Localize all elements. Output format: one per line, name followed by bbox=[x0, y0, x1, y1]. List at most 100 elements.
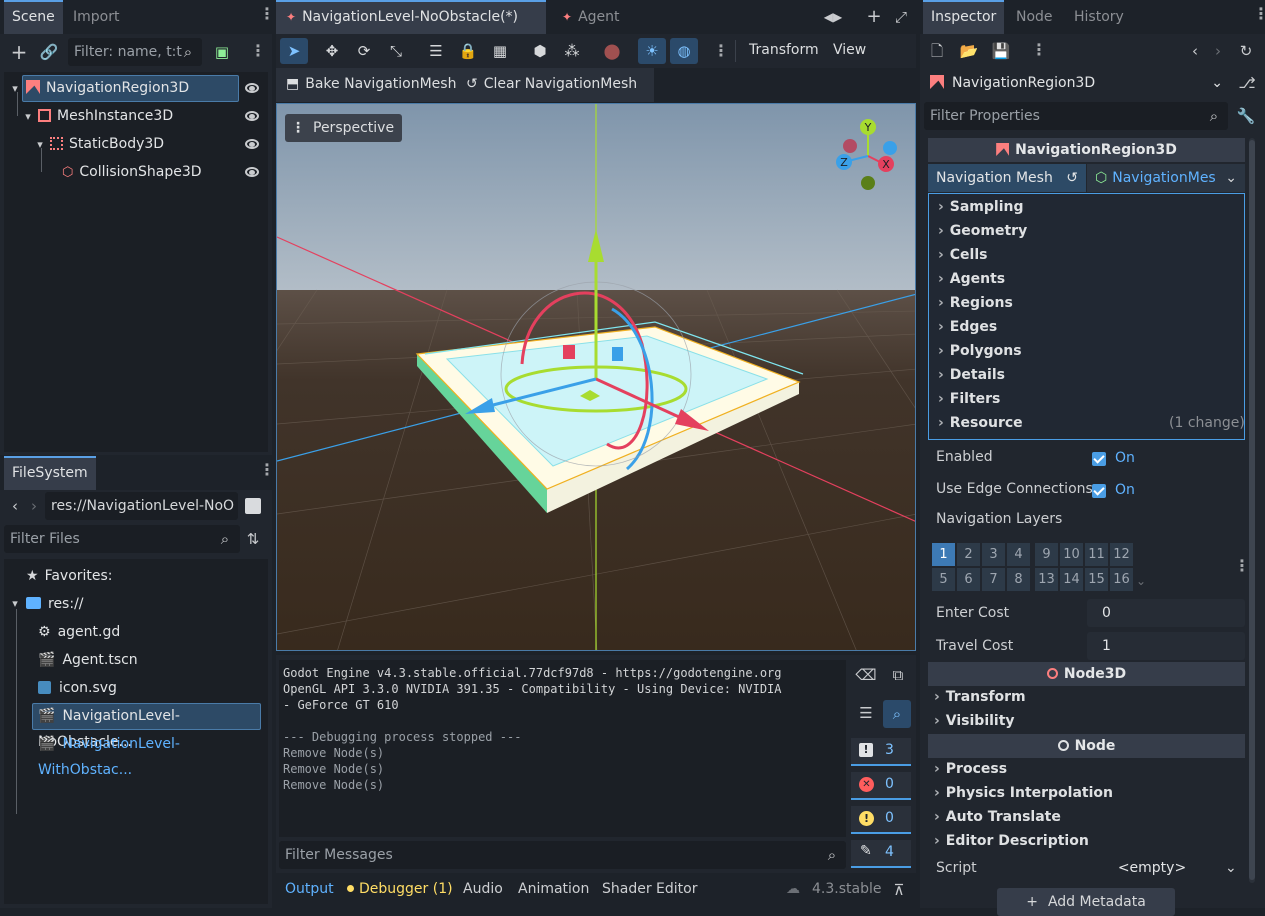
scene-dock-menu-icon[interactable]: ⋮ bbox=[259, 6, 275, 22]
open-folder-icon[interactable]: 📂 bbox=[958, 40, 980, 62]
search-toggle-icon[interactable]: ⌕ bbox=[883, 700, 911, 728]
view-menu[interactable]: View bbox=[833, 42, 866, 58]
tab-agent[interactable]: ✦ Agent bbox=[554, 0, 628, 34]
lock-icon[interactable]: 🔒 bbox=[454, 38, 482, 64]
tab-node[interactable]: Node bbox=[1008, 0, 1061, 34]
chevron-down-icon[interactable]: ⌄ bbox=[1225, 860, 1237, 876]
chevron-down-icon[interactable]: ▾ bbox=[4, 593, 26, 615]
3d-viewport[interactable]: ⋮ Perspective Y Z X bbox=[276, 103, 916, 651]
group-icon[interactable]: ▦ bbox=[486, 38, 514, 64]
layer-15[interactable]: 15 bbox=[1085, 568, 1108, 591]
tree-item-meshinstance3d[interactable]: MeshInstance3D bbox=[38, 103, 173, 129]
tab-navigationlevel-noobstacle[interactable]: ✦NavigationLevel-NoObstacle(*) ✕ bbox=[276, 0, 546, 56]
layer-2[interactable]: 2 bbox=[957, 543, 980, 566]
layer-11[interactable]: 11 bbox=[1085, 543, 1108, 566]
forward-icon[interactable]: › bbox=[23, 495, 45, 517]
filesystem-dock-menu-icon[interactable]: ⋮ bbox=[259, 462, 275, 478]
history-forward-icon[interactable]: › bbox=[1207, 40, 1229, 62]
chevron-down-icon[interactable]: ▾ bbox=[4, 78, 26, 100]
scene-tree-menu-icon[interactable]: ⋮ bbox=[250, 43, 266, 59]
filter-messages-input[interactable]: Filter Messages bbox=[279, 841, 846, 869]
file-item[interactable]: 🎬 Agent.tscn bbox=[38, 647, 138, 673]
add-metadata-button[interactable]: + Add Metadata bbox=[997, 888, 1175, 916]
layer-8[interactable]: 8 bbox=[1007, 568, 1030, 591]
layer-16[interactable]: 16 bbox=[1110, 568, 1133, 591]
new-resource-icon[interactable]: 🗋 bbox=[926, 40, 948, 62]
file-item-selected[interactable]: 🎬 NavigationLevel-NoObstacle... bbox=[38, 703, 268, 750]
group-details[interactable]: Details bbox=[938, 367, 1005, 383]
revert-icon[interactable]: ↺ bbox=[1066, 164, 1078, 192]
move-tool-icon[interactable]: ✥ bbox=[318, 38, 346, 64]
chevron-down-icon[interactable]: ▾ bbox=[17, 106, 39, 128]
tab-output[interactable]: Output bbox=[285, 881, 334, 897]
resource-menu-icon[interactable]: ⋮ bbox=[1031, 42, 1047, 58]
collapse-icon[interactable]: ☰ bbox=[855, 702, 877, 724]
layer-3[interactable]: 3 bbox=[982, 543, 1005, 566]
instance-scene-icon[interactable]: ▣ bbox=[211, 41, 233, 63]
editor-messages-filter[interactable]: ✎ 4 bbox=[851, 840, 911, 868]
group-process[interactable]: Process bbox=[934, 761, 1007, 777]
group-edges[interactable]: Edges bbox=[938, 319, 997, 335]
script-value[interactable]: <empty> bbox=[1087, 854, 1217, 882]
output-log[interactable]: Godot Engine v4.3.stable.official.77dcf9… bbox=[279, 660, 846, 837]
visibility-icon[interactable] bbox=[245, 139, 259, 149]
layer-13[interactable]: 13 bbox=[1035, 568, 1058, 591]
tab-scene[interactable]: Scene bbox=[4, 0, 63, 34]
group-filters[interactable]: Filters bbox=[938, 391, 1001, 407]
errors-filter[interactable]: ✕ 0 bbox=[851, 772, 911, 800]
history-back-icon[interactable]: ‹ bbox=[1184, 40, 1206, 62]
favorites-item[interactable]: ★ Favorites: bbox=[26, 563, 113, 589]
visibility-icon[interactable] bbox=[245, 83, 259, 93]
toggle-split-icon[interactable] bbox=[245, 498, 261, 514]
version-label[interactable]: 4.3.stable bbox=[812, 881, 881, 897]
group-editor-description[interactable]: Editor Description bbox=[934, 833, 1089, 849]
tree-item-collisionshape3d[interactable]: ⬡ CollisionShape3D bbox=[62, 159, 202, 185]
layers-expand-icon[interactable]: ⌄ bbox=[1136, 574, 1146, 588]
tab-debugger[interactable]: Debugger (1) bbox=[347, 881, 453, 897]
group-transform[interactable]: Transform bbox=[934, 689, 1026, 705]
group-visibility[interactable]: Visibility bbox=[934, 713, 1015, 729]
toolbar-menu-icon[interactable]: ⋮ bbox=[713, 43, 729, 59]
tab-audio[interactable]: Audio bbox=[463, 881, 503, 897]
sort-icon[interactable]: ⇅ bbox=[242, 528, 264, 550]
group-cells[interactable]: Cells bbox=[938, 247, 988, 263]
copy-icon[interactable]: ⧉ bbox=[887, 664, 909, 686]
tab-inspector[interactable]: Inspector bbox=[923, 0, 1005, 34]
res-root-item[interactable]: res:// bbox=[26, 591, 84, 617]
add-node-icon[interactable]: + bbox=[8, 41, 30, 63]
layer-9[interactable]: 9 bbox=[1035, 543, 1058, 566]
group-agents[interactable]: Agents bbox=[938, 271, 1005, 287]
layer-14[interactable]: 14 bbox=[1060, 568, 1083, 591]
inspector-dock-menu-icon[interactable]: ⋮ bbox=[1253, 6, 1265, 22]
visibility-icon[interactable] bbox=[245, 167, 259, 177]
add-tab-icon[interactable]: + bbox=[863, 6, 885, 28]
node-selector[interactable]: NavigationRegion3D ⌄ bbox=[924, 69, 1229, 97]
file-item[interactable]: ⚙ agent.gd bbox=[38, 619, 120, 645]
pin-panel-icon[interactable]: ⊼ bbox=[888, 879, 910, 901]
scale-tool-icon[interactable]: ⤡ bbox=[382, 38, 410, 64]
files-filter-input[interactable]: Filter Files bbox=[4, 525, 240, 553]
tab-filesystem[interactable]: FileSystem bbox=[4, 456, 96, 490]
camera-preview-icon[interactable]: ⬤ bbox=[598, 38, 626, 64]
travel-cost-field[interactable]: 1 bbox=[1087, 632, 1245, 660]
layer-6[interactable]: 6 bbox=[957, 568, 980, 591]
list-select-icon[interactable]: ☰ bbox=[422, 38, 450, 64]
clear-navmesh-button[interactable]: ↺ Clear NavigationMesh bbox=[466, 76, 637, 92]
environment-icon[interactable]: ◍ bbox=[670, 38, 698, 64]
tab-import[interactable]: Import bbox=[65, 0, 127, 34]
rotate-tool-icon[interactable]: ⟳ bbox=[350, 38, 378, 64]
group-regions[interactable]: Regions bbox=[938, 295, 1013, 311]
chevron-down-icon[interactable]: ▾ bbox=[29, 134, 51, 156]
local-space-icon[interactable]: ⁂ bbox=[558, 38, 586, 64]
layer-12[interactable]: 12 bbox=[1110, 543, 1133, 566]
layer-1[interactable]: 1 bbox=[932, 543, 955, 566]
tab-history[interactable]: History bbox=[1066, 0, 1132, 34]
group-sampling[interactable]: Sampling bbox=[938, 199, 1024, 215]
bake-navmesh-button[interactable]: ⬒ Bake NavigationMesh bbox=[286, 76, 456, 92]
plane-handle-xy[interactable] bbox=[563, 345, 575, 359]
layers-menu-icon[interactable]: ⋮ bbox=[1234, 558, 1250, 574]
tools-icon[interactable]: 🔧 bbox=[1235, 105, 1257, 127]
orientation-gizmo[interactable]: Y Z X bbox=[832, 116, 904, 196]
visibility-icon[interactable] bbox=[245, 111, 259, 121]
layer-7[interactable]: 7 bbox=[982, 568, 1005, 591]
